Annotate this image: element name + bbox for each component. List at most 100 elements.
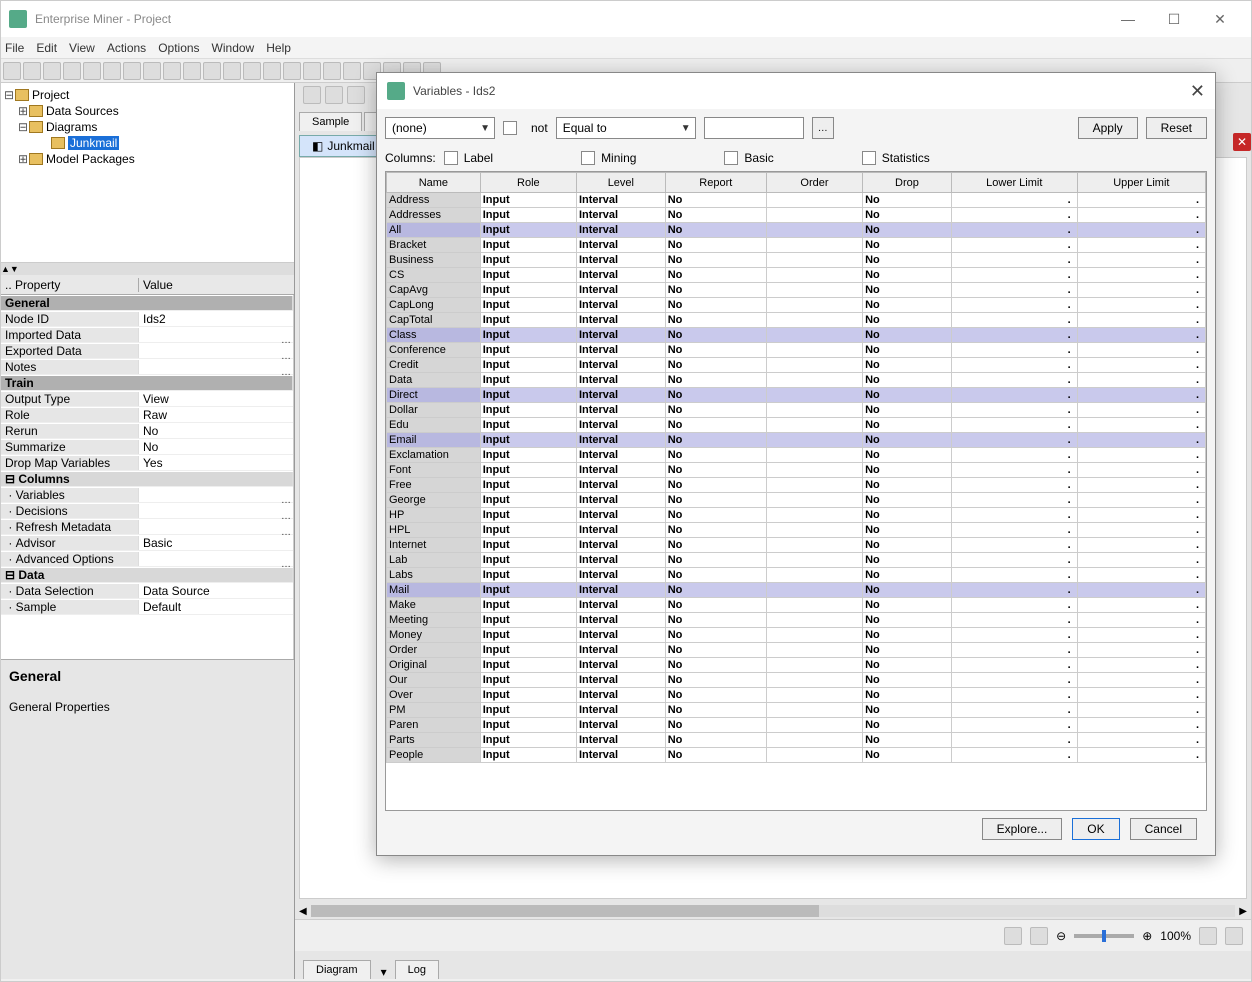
table-row[interactable]: CSInputIntervalNoNo.. xyxy=(387,268,1206,283)
tree-node[interactable]: ⊟Diagrams xyxy=(3,119,292,135)
scroll-right-icon[interactable]: ▶ xyxy=(1239,906,1247,917)
toolbar-icon[interactable] xyxy=(263,62,281,80)
table-row[interactable]: PeopleInputIntervalNoNo.. xyxy=(387,748,1206,763)
table-row[interactable]: HPInputIntervalNoNo.. xyxy=(387,508,1206,523)
close-diagram-button[interactable]: ✕ xyxy=(1233,133,1251,151)
property-row[interactable]: · Decisions… xyxy=(1,503,293,519)
layout-icon[interactable] xyxy=(1199,927,1217,945)
filter-more-button[interactable]: … xyxy=(812,117,834,139)
dialog-titlebar[interactable]: Variables - Ids2 ✕ xyxy=(377,73,1215,109)
filter-field-combo[interactable]: (none)▼ xyxy=(385,117,495,139)
table-row[interactable]: DataInputIntervalNoNo.. xyxy=(387,373,1206,388)
column-header[interactable]: Level xyxy=(576,173,665,193)
property-row[interactable]: Train xyxy=(1,375,293,391)
toolbar-icon[interactable] xyxy=(343,62,361,80)
toolbar-icon[interactable] xyxy=(23,62,41,80)
zoom-slider[interactable] xyxy=(1074,934,1134,938)
property-row[interactable]: Node IDIds2 xyxy=(1,311,293,327)
dialog-close-button[interactable]: ✕ xyxy=(1190,81,1205,102)
toolbar-icon[interactable] xyxy=(347,86,365,104)
pane-splitter[interactable]: ▲▼ xyxy=(1,263,294,275)
column-toggle[interactable]: Basic xyxy=(724,151,773,165)
zoom-in-icon[interactable]: ⊕ xyxy=(1142,929,1152,943)
table-row[interactable]: PartsInputIntervalNoNo.. xyxy=(387,733,1206,748)
property-row[interactable]: · Data SelectionData Source xyxy=(1,583,293,599)
table-row[interactable]: EmailInputIntervalNoNo.. xyxy=(387,433,1206,448)
property-row[interactable]: · Refresh Metadata… xyxy=(1,519,293,535)
toolbar-icon[interactable] xyxy=(223,62,241,80)
reset-button[interactable]: Reset xyxy=(1146,117,1207,139)
table-row[interactable]: ParenInputIntervalNoNo.. xyxy=(387,718,1206,733)
toolbar-icon[interactable] xyxy=(163,62,181,80)
toolbar-icon[interactable] xyxy=(243,62,261,80)
menu-actions[interactable]: Actions xyxy=(107,41,146,55)
explore-button[interactable]: Explore... xyxy=(982,818,1063,840)
property-row[interactable]: SummarizeNo xyxy=(1,439,293,455)
close-button[interactable]: ✕ xyxy=(1197,3,1243,35)
property-row[interactable]: RerunNo xyxy=(1,423,293,439)
menu-options[interactable]: Options xyxy=(158,41,199,55)
table-row[interactable]: OriginalInputIntervalNoNo.. xyxy=(387,658,1206,673)
zoom-out-icon[interactable]: ⊖ xyxy=(1056,929,1066,943)
table-row[interactable]: PMInputIntervalNoNo.. xyxy=(387,703,1206,718)
toolbar-icon[interactable] xyxy=(3,62,21,80)
tree-node[interactable]: Junkmail xyxy=(3,135,292,151)
property-row[interactable]: Notes… xyxy=(1,359,293,375)
table-row[interactable]: FontInputIntervalNoNo.. xyxy=(387,463,1206,478)
table-row[interactable]: FreeInputIntervalNoNo.. xyxy=(387,478,1206,493)
toolbar-icon[interactable] xyxy=(183,62,201,80)
toolbar-icon[interactable] xyxy=(43,62,61,80)
table-row[interactable]: BusinessInputIntervalNoNo.. xyxy=(387,253,1206,268)
menu-edit[interactable]: Edit xyxy=(36,41,57,55)
toolbar-icon[interactable] xyxy=(83,62,101,80)
property-row[interactable]: · Variables… xyxy=(1,487,293,503)
menu-file[interactable]: File xyxy=(5,41,24,55)
property-row[interactable]: · Advanced Options… xyxy=(1,551,293,567)
column-header[interactable]: Drop xyxy=(863,173,952,193)
column-toggle[interactable]: Statistics xyxy=(862,151,930,165)
menu-help[interactable]: Help xyxy=(266,41,291,55)
project-tree[interactable]: ⊟Project⊞Data Sources⊟DiagramsJunkmail⊞M… xyxy=(1,83,294,263)
table-row[interactable]: ClassInputIntervalNoNo.. xyxy=(387,328,1206,343)
table-row[interactable]: CapTotalInputIntervalNoNo.. xyxy=(387,313,1206,328)
property-row[interactable]: Drop Map VariablesYes xyxy=(1,455,293,471)
minimize-button[interactable]: — xyxy=(1105,3,1151,35)
property-row[interactable]: Imported Data… xyxy=(1,327,293,343)
variables-table[interactable]: NameRoleLevelReportOrderDropLower LimitU… xyxy=(386,172,1206,763)
scroll-left-icon[interactable]: ◀ xyxy=(299,906,307,917)
toolbar-icon[interactable] xyxy=(325,86,343,104)
table-row[interactable]: CapLongInputIntervalNoNo.. xyxy=(387,298,1206,313)
tree-node[interactable]: ⊟Project xyxy=(3,87,292,103)
property-row[interactable]: Exported Data… xyxy=(1,343,293,359)
column-header[interactable]: Name xyxy=(387,173,481,193)
property-row[interactable]: · AdvisorBasic xyxy=(1,535,293,551)
bottom-tab-log[interactable]: Log xyxy=(395,960,439,979)
table-row[interactable]: MoneyInputIntervalNoNo.. xyxy=(387,628,1206,643)
property-grid[interactable]: GeneralNode IDIds2Imported Data…Exported… xyxy=(1,295,294,659)
property-row[interactable]: RoleRaw xyxy=(1,407,293,423)
tree-node[interactable]: ⊞Model Packages xyxy=(3,151,292,167)
table-row[interactable]: MeetingInputIntervalNoNo.. xyxy=(387,613,1206,628)
table-row[interactable]: InternetInputIntervalNoNo.. xyxy=(387,538,1206,553)
table-row[interactable]: LabsInputIntervalNoNo.. xyxy=(387,568,1206,583)
table-row[interactable]: AddressesInputIntervalNoNo.. xyxy=(387,208,1206,223)
horizontal-scrollbar[interactable] xyxy=(311,905,1236,917)
toolbar-icon[interactable] xyxy=(203,62,221,80)
column-toggle[interactable]: Label xyxy=(444,151,493,165)
toolbar-icon[interactable] xyxy=(143,62,161,80)
column-header[interactable]: Order xyxy=(766,173,862,193)
table-row[interactable]: MailInputIntervalNoNo.. xyxy=(387,583,1206,598)
column-header[interactable]: Upper Limit xyxy=(1077,173,1205,193)
toolbar-icon[interactable] xyxy=(303,62,321,80)
property-row[interactable]: General xyxy=(1,295,293,311)
tab-sample[interactable]: Sample xyxy=(299,112,362,131)
cancel-button[interactable]: Cancel xyxy=(1130,818,1197,840)
bottom-tab-diagram[interactable]: Diagram xyxy=(303,960,371,979)
toolbar-icon[interactable] xyxy=(303,86,321,104)
property-row[interactable]: Output TypeView xyxy=(1,391,293,407)
table-row[interactable]: ConferenceInputIntervalNoNo.. xyxy=(387,343,1206,358)
table-row[interactable]: EduInputIntervalNoNo.. xyxy=(387,418,1206,433)
filter-value-input[interactable] xyxy=(704,117,804,139)
table-row[interactable]: CapAvgInputIntervalNoNo.. xyxy=(387,283,1206,298)
table-row[interactable]: DollarInputIntervalNoNo.. xyxy=(387,403,1206,418)
